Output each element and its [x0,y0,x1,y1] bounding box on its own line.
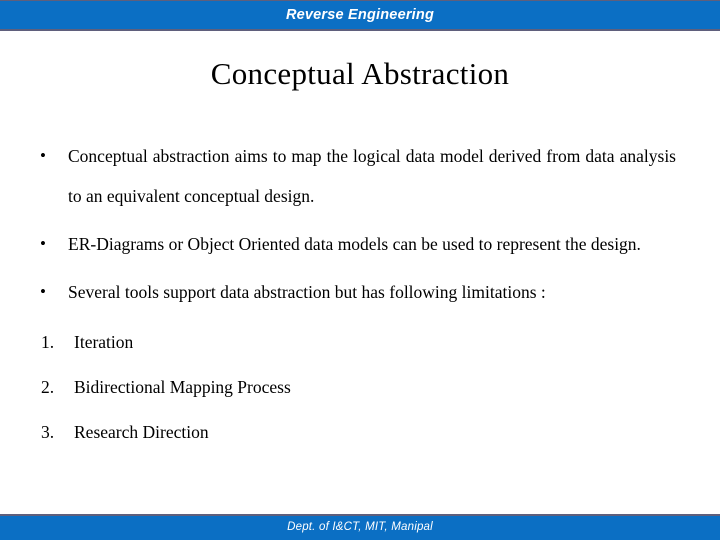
bullet-item: • ER-Diagrams or Object Oriented data mo… [36,224,676,264]
footer-text: Dept. of I&CT, MIT, Manipal [287,521,433,534]
bullet-marker-icon: • [40,146,46,165]
list-item-text: Research Direction [74,422,209,442]
header-title: Reverse Engineering [285,6,435,23]
list-item-text: Iteration [74,332,134,352]
bullet-marker-icon: • [40,234,46,253]
slide-body: • Conceptual abstraction aims to map the… [36,136,676,455]
bullet-text: Several tools support data abstraction b… [68,282,546,302]
list-item-text: Bidirectional Mapping Process [74,377,291,397]
page-title: Conceptual Abstraction [210,56,510,91]
bullet-item: • Conceptual abstraction aims to map the… [36,136,676,216]
slide-canvas: Reverse Engineering Conceptual Abstracti… [0,0,720,540]
numbered-list-item: 1. Iteration [36,320,676,365]
bullet-text: ER-Diagrams or Object Oriented data mode… [68,234,641,254]
header-band: Reverse Engineering [0,0,720,31]
bullet-item: • Several tools support data abstraction… [36,272,676,312]
footer-band: Dept. of I&CT, MIT, Manipal [0,514,720,540]
list-number: 3. [41,422,55,442]
bullet-text: Conceptual abstraction aims to map the l… [68,146,676,206]
numbered-list-item: 2. Bidirectional Mapping Process [36,365,676,410]
bullet-marker-icon: • [40,282,46,301]
numbered-list-item: 3. Research Direction [36,410,676,455]
list-number: 1. [41,332,55,352]
list-number: 2. [41,377,55,397]
